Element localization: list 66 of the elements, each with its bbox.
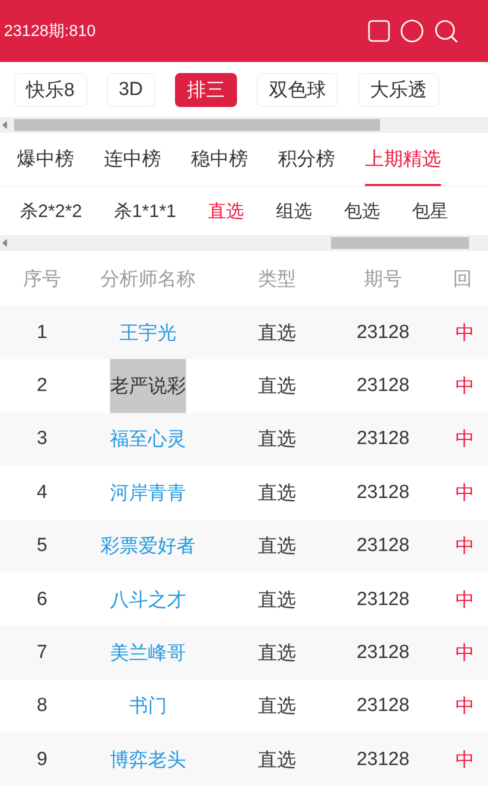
lottery-tab[interactable]: 3D xyxy=(106,72,155,106)
row-number: 4 xyxy=(36,482,48,504)
analyst-link[interactable]: 老严说彩 xyxy=(110,359,186,413)
row-number: 3 xyxy=(36,428,48,450)
filter-tab[interactable]: 杀1*1*1 xyxy=(114,199,176,223)
table-cell-text: 直选 xyxy=(258,748,296,773)
search-icon[interactable] xyxy=(434,19,458,43)
filter-tab[interactable]: 包选 xyxy=(344,199,380,223)
column-header: 序号 xyxy=(23,268,61,292)
row-number: 9 xyxy=(36,748,48,771)
rank-tab[interactable]: 稳中榜 xyxy=(191,133,248,186)
scrollbar-thumb[interactable] xyxy=(331,237,469,249)
table-cell-text: 直选 xyxy=(258,428,296,452)
table-cell: 23128 xyxy=(356,588,410,611)
table-cell-text: 直选 xyxy=(258,642,296,666)
rank-tab[interactable]: 上期精选 xyxy=(365,133,441,186)
table-cell-text: 直选 xyxy=(258,588,296,613)
table-cell: 23128 xyxy=(356,322,410,344)
table-cell: 23128 xyxy=(356,535,410,558)
table-cell: 23128 xyxy=(356,428,410,450)
lottery-tab[interactable]: 双色球 xyxy=(256,72,338,106)
column-header: 分析师名称 xyxy=(100,268,196,292)
column-header: 期号 xyxy=(364,268,402,292)
row-number: 8 xyxy=(36,695,48,718)
filter-tab[interactable]: 包星 xyxy=(412,199,448,223)
row-number: 7 xyxy=(36,642,48,664)
result-cell-text: 中 xyxy=(456,642,474,666)
column-header: 类型 xyxy=(258,268,296,292)
table-cell-text: 直选 xyxy=(258,322,296,346)
result-cell-text: 中 xyxy=(456,322,474,346)
result-cell-text: 中 xyxy=(456,428,474,452)
table-cell: 23128 xyxy=(356,642,410,664)
row-number: 1 xyxy=(36,322,48,344)
circle-icon[interactable] xyxy=(400,19,424,43)
table-cell: 23128 xyxy=(356,482,410,504)
result-cell-text: 中 xyxy=(456,748,474,773)
row-number: 5 xyxy=(36,535,48,558)
result-cell-text: 中 xyxy=(456,535,474,560)
result-cell-text: 中 xyxy=(456,482,474,506)
table-cell-text: 直选 xyxy=(258,375,296,400)
lottery-tab[interactable]: 快乐8 xyxy=(14,72,87,106)
row-number: 2 xyxy=(36,375,48,398)
filter-tab[interactable]: 杀2*2*2 xyxy=(20,199,82,223)
row-number: 6 xyxy=(36,588,48,611)
table-cell: 23128 xyxy=(356,695,410,718)
result-cell-text: 中 xyxy=(456,588,474,613)
square-icon[interactable] xyxy=(368,20,390,42)
filter-tab[interactable]: 直选 xyxy=(208,199,244,223)
table-cell-text: 直选 xyxy=(258,482,296,506)
table-cell-text: 直选 xyxy=(258,535,296,560)
filter-tab[interactable]: 组选 xyxy=(276,199,312,223)
issue-result: 23128期:810 xyxy=(4,22,96,42)
rank-tab[interactable]: 爆中榜 xyxy=(17,133,74,186)
rank-tab[interactable]: 积分榜 xyxy=(278,133,335,186)
scroll-left-icon[interactable] xyxy=(2,239,7,247)
result-cell-text: 中 xyxy=(456,695,474,720)
table-cell: 23128 xyxy=(356,748,410,771)
scrollbar-thumb[interactable] xyxy=(14,119,380,131)
lottery-tab[interactable]: 排三 xyxy=(174,72,237,106)
result-cell-text: 中 xyxy=(456,375,474,400)
scroll-left-icon[interactable] xyxy=(2,121,7,129)
lottery-tab[interactable]: 大乐透 xyxy=(358,72,439,106)
column-header: 回 xyxy=(453,268,472,292)
table-cell: 23128 xyxy=(356,375,410,398)
rank-tab[interactable]: 连中榜 xyxy=(104,133,161,186)
table-cell-text: 直选 xyxy=(258,695,296,720)
